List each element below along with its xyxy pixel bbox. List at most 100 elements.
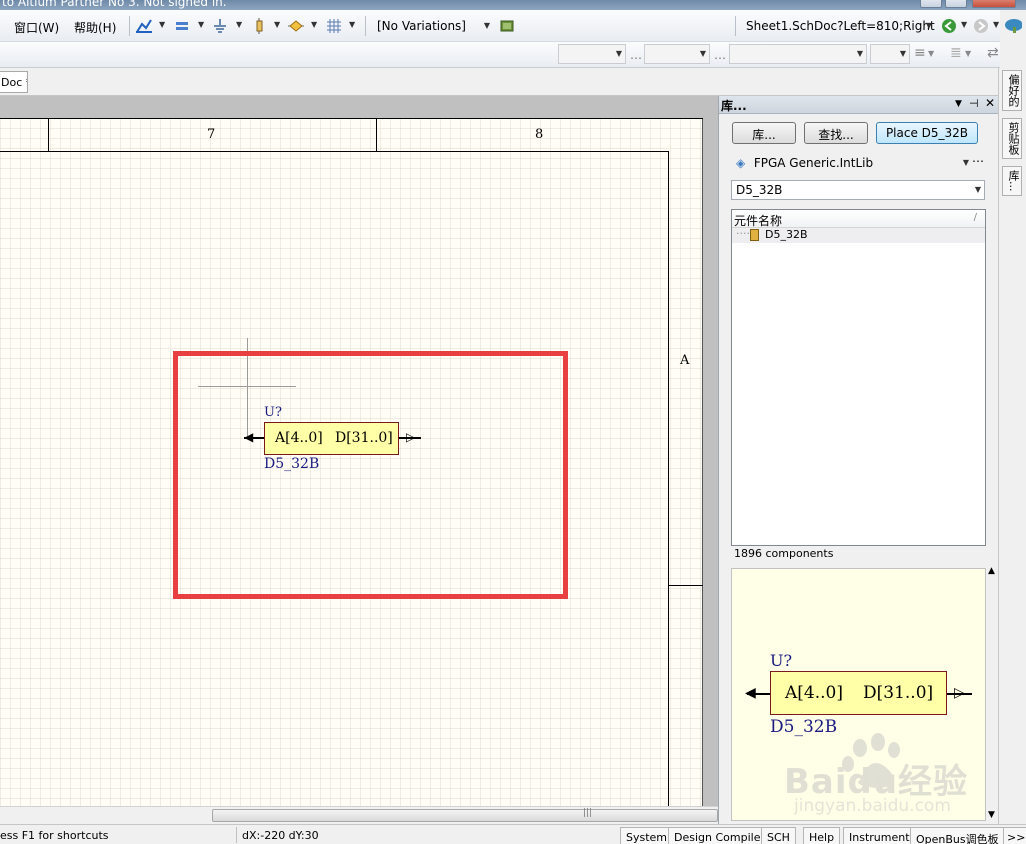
chevron-down-icon: ▼ bbox=[699, 49, 706, 58]
dock-tab-favorites[interactable]: 偏好的 bbox=[1002, 70, 1022, 111]
status-coordinates: dX:-220 dY:30 bbox=[242, 829, 319, 842]
sort-indicator: / bbox=[973, 212, 977, 223]
more-icon[interactable]: ⋯ bbox=[972, 154, 984, 168]
toolbar-separator bbox=[365, 16, 366, 36]
watermark-domain: jingyan.baidu.com bbox=[794, 796, 951, 816]
component-icon[interactable] bbox=[250, 18, 268, 34]
chevron-down-icon[interactable]: ▼ bbox=[198, 20, 204, 29]
address-value: Sheet1.SchDoc?Left=810;Right= bbox=[746, 19, 936, 33]
align-icon[interactable]: ≡ bbox=[914, 45, 926, 61]
watermark: Baidu经验 jingyan.baidu.com bbox=[780, 730, 1000, 820]
width-combo[interactable]: ▼ bbox=[870, 44, 910, 64]
library-select[interactable]: ◈ FPGA Generic.IntLib ▼ bbox=[731, 153, 973, 173]
status-tab-openbus[interactable]: OpenBus调色板 bbox=[910, 827, 1005, 844]
variations-value: [No Variations] bbox=[377, 19, 466, 33]
schematic-canvas[interactable]: 7 8 A U? ◀ ▷ A[4..0] D[31..0] D5_32B bbox=[0, 96, 718, 806]
document-tab-bar bbox=[0, 68, 1000, 96]
menu-window[interactable]: 窗口(W) bbox=[14, 19, 59, 36]
document-tab[interactable]: Doc * bbox=[0, 71, 28, 93]
list-header-label: 元件名称 bbox=[734, 214, 783, 228]
status-tab-more[interactable]: >> bbox=[1003, 827, 1026, 844]
chevron-down-icon[interactable]: ▼ bbox=[965, 49, 971, 58]
globe-icon[interactable] bbox=[1004, 18, 1022, 34]
chevron-down-icon[interactable]: ▼ bbox=[159, 20, 165, 29]
chevron-down-icon[interactable]: ▼ bbox=[236, 20, 242, 29]
component-item-icon bbox=[750, 229, 759, 241]
chevron-down-icon: ▼ bbox=[899, 49, 906, 58]
chip-icon[interactable] bbox=[498, 18, 516, 34]
dock-tab-libraries[interactable]: 库... bbox=[1002, 166, 1022, 196]
place-component-button[interactable]: Place D5_32B bbox=[876, 122, 978, 144]
net-label-icon[interactable] bbox=[287, 18, 305, 34]
chevron-down-icon[interactable]: ▼ bbox=[349, 20, 355, 29]
preview-pin-a: A[4..0] bbox=[785, 683, 843, 703]
zone-border bbox=[668, 151, 669, 806]
size-combo[interactable]: ▼ bbox=[644, 44, 710, 64]
status-tab-help[interactable]: Help bbox=[803, 827, 841, 844]
filter-value: D5_32B bbox=[736, 183, 783, 197]
status-tab-design-compiler[interactable]: Design Compiler bbox=[668, 827, 771, 844]
tree-line: ···· bbox=[736, 227, 750, 240]
status-tab-sch[interactable]: SCH bbox=[761, 827, 796, 844]
library-value: FPGA Generic.IntLib bbox=[753, 156, 874, 170]
variations-select[interactable]: [No Variations] ▼ bbox=[372, 16, 494, 36]
distribute-icon[interactable]: ≣ bbox=[950, 45, 962, 61]
menu-help[interactable]: 帮助(H) bbox=[74, 19, 116, 36]
toolbar-separator bbox=[129, 16, 130, 36]
power-port-icon[interactable] bbox=[211, 18, 229, 34]
zone-border bbox=[0, 151, 669, 152]
chevron-down-icon: ▼ bbox=[615, 49, 622, 58]
chevron-down-icon: ▼ bbox=[925, 21, 932, 30]
pin-icon[interactable]: ⊣ bbox=[969, 97, 979, 110]
status-divider bbox=[236, 827, 237, 843]
zone-column-label: 8 bbox=[535, 127, 544, 142]
chevron-down-icon: ▼ bbox=[962, 158, 969, 167]
close-icon[interactable]: ✕ bbox=[985, 96, 995, 110]
zone-divider bbox=[376, 118, 377, 152]
list-header[interactable]: 元件名称 / bbox=[732, 210, 985, 228]
chevron-down-icon[interactable]: ▼ bbox=[928, 49, 934, 58]
back-icon[interactable] bbox=[940, 18, 958, 34]
minimize-button[interactable] bbox=[920, 0, 942, 8]
swap-icon[interactable]: ⇄ bbox=[987, 45, 999, 61]
horizontal-scrollbar[interactable]: ||| bbox=[0, 806, 718, 824]
libraries-button[interactable]: 库... bbox=[732, 122, 796, 144]
address-bar[interactable]: Sheet1.SchDoc?Left=810;Right= ▼ bbox=[741, 16, 936, 36]
wire-tool-icon[interactable] bbox=[135, 18, 153, 34]
dock-strip: 偏好的 剪贴板 库... bbox=[998, 68, 1026, 824]
search-button[interactable]: 查找... bbox=[804, 122, 868, 144]
title-bar: to Altium Partner No 3. Not signed in. bbox=[0, 0, 1026, 10]
preview-pin-left-icon: ◀ bbox=[745, 685, 756, 701]
filter-input[interactable]: D5_32B ▼ bbox=[731, 180, 985, 200]
style-combo[interactable]: ▼ bbox=[729, 44, 867, 64]
forward-icon[interactable] bbox=[972, 18, 990, 34]
status-tab-system[interactable]: System bbox=[620, 827, 674, 844]
formatting-toolbar: ▼ … ▼ … ▼ ▼ ≡ ▼ ≣ ▼ ⇄ bbox=[0, 42, 1000, 68]
main-toolbar: 窗口(W) 帮助(H) ▼ ▼ ▼ ▼ ▼ ▼ [No Variations] … bbox=[0, 10, 1000, 42]
bus-tool-icon[interactable] bbox=[174, 18, 192, 34]
maximize-button[interactable] bbox=[945, 0, 967, 8]
chevron-up-icon[interactable]: ▲ bbox=[988, 566, 995, 576]
dock-tab-clipboard[interactable]: 剪贴板 bbox=[1002, 118, 1022, 159]
chevron-down-icon[interactable]: ▼ bbox=[274, 20, 280, 29]
preview-component-body: A[4..0] D[31..0] bbox=[770, 671, 947, 715]
chevron-down-icon[interactable]: ▼ bbox=[311, 20, 317, 29]
panel-header: 库... ▼ ⊣ ✕ bbox=[719, 96, 999, 114]
status-hint: ess F1 for shortcuts bbox=[0, 829, 109, 842]
zone-divider bbox=[669, 585, 703, 586]
scrollbar-thumb[interactable]: ||| bbox=[212, 808, 718, 822]
chevron-down-icon[interactable]: ▼ bbox=[993, 20, 999, 29]
panel-menu-icon[interactable]: ▼ bbox=[955, 99, 962, 109]
close-button[interactable] bbox=[972, 0, 1016, 8]
document-tab-label: Doc * bbox=[1, 76, 27, 89]
component-list[interactable]: 元件名称 / ···· D5_32B bbox=[731, 209, 986, 546]
ellipsis-icon: … bbox=[630, 48, 642, 62]
list-item[interactable]: ···· D5_32B bbox=[732, 227, 985, 243]
toolbar-separator bbox=[735, 16, 736, 36]
preview-pin-d: D[31..0] bbox=[863, 683, 934, 703]
grip-icon: ||| bbox=[583, 808, 593, 818]
chevron-down-icon[interactable]: ▼ bbox=[961, 20, 967, 29]
book-icon: ◈ bbox=[736, 156, 746, 170]
font-combo[interactable]: ▼ bbox=[558, 44, 626, 64]
grid-icon[interactable] bbox=[325, 18, 343, 34]
